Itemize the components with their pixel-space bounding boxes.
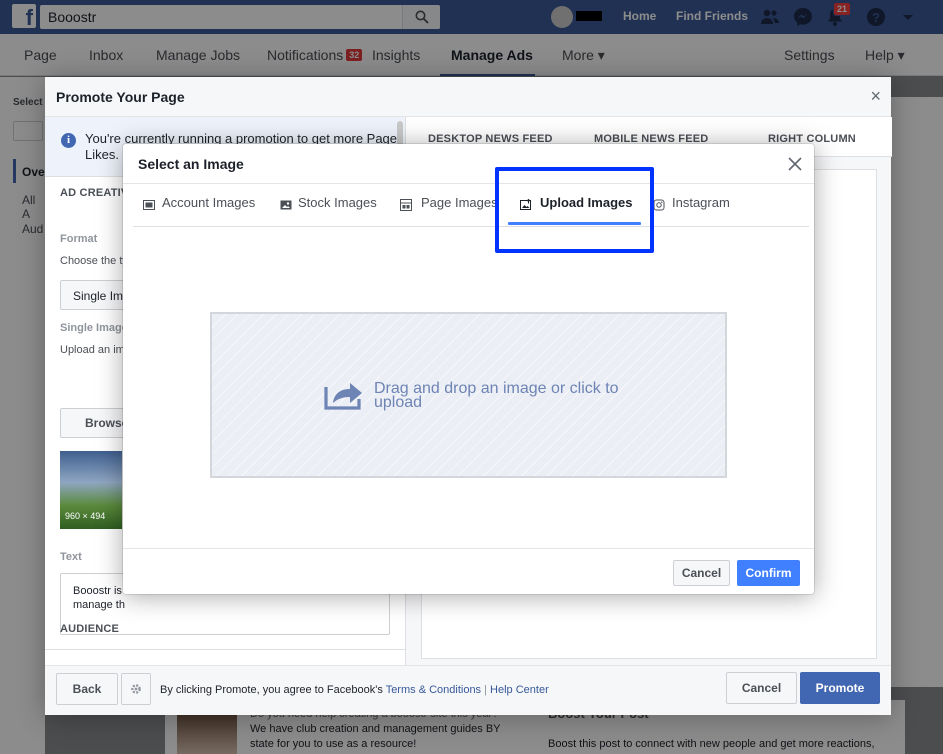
gear-icon (131, 684, 141, 694)
image-drop-zone[interactable]: Drag and drop an image or click to uploa… (210, 312, 727, 478)
help-center-link[interactable]: Help Center (490, 684, 549, 696)
account-images-icon (143, 200, 155, 210)
promote-dialog-header: Promote Your Page × (45, 77, 891, 117)
ad-text-line-1: Booostr is (73, 585, 122, 597)
active-tab-underline (508, 222, 641, 225)
modal-cancel-button[interactable]: Cancel (673, 560, 730, 586)
agreement-prefix: By clicking Promote, you agree to Facebo… (160, 684, 386, 696)
promote-button[interactable]: Promote (800, 672, 880, 704)
share-upload-icon (324, 383, 362, 410)
upload-images-icon (520, 199, 531, 210)
select-image-title: Select an Image (138, 156, 244, 172)
promote-dialog-title: Promote Your Page (56, 89, 185, 105)
ad-text-line-2: manage th (73, 599, 125, 611)
back-button[interactable]: Back (56, 673, 118, 705)
page-images-icon (400, 199, 412, 211)
tab-stock-images[interactable]: Stock Images (270, 184, 380, 227)
tab-account-images-label: Account Images (162, 195, 256, 210)
select-image-modal: Select an Image Account Images Stock Ima… (123, 144, 814, 594)
settings-gear-button[interactable] (121, 673, 151, 705)
promote-cancel-button[interactable]: Cancel (726, 672, 797, 704)
tab-upload-images[interactable]: Upload Images (508, 184, 641, 227)
single-image-label: Single Image (60, 322, 128, 334)
stock-images-icon (280, 200, 292, 210)
promote-close-icon[interactable]: × (870, 87, 881, 105)
selected-image-thumbnail[interactable]: 960 × 494 (60, 451, 122, 529)
thumbnail-size-label: 960 × 494 (65, 511, 106, 521)
tab-page-images-label: Page Images (421, 195, 498, 210)
image-source-tabs: Account Images Stock Images Page Images … (133, 184, 809, 227)
promote-dialog-footer: Back By clicking Promote, you agree to F… (45, 665, 891, 715)
terms-conditions-link[interactable]: Terms & Conditions (386, 684, 481, 696)
select-image-footer: Cancel Confirm (123, 548, 814, 594)
tab-instagram-label: Instagram (672, 195, 730, 210)
promote-agreement-text: By clicking Promote, you agree to Facebo… (160, 684, 549, 696)
tab-upload-images-label: Upload Images (540, 195, 633, 210)
tab-stock-images-label: Stock Images (298, 195, 377, 210)
tab-page-images[interactable]: Page Images (390, 184, 500, 227)
modal-confirm-button[interactable]: Confirm (737, 560, 800, 586)
footer-separator: | (481, 684, 491, 696)
tab-instagram[interactable]: Instagram (653, 184, 753, 227)
close-icon[interactable] (785, 154, 805, 174)
drop-zone-text: Drag and drop an image or click to uploa… (374, 380, 619, 411)
tab-account-images[interactable]: Account Images (133, 184, 259, 227)
upload-help-text: Upload an im (60, 344, 125, 356)
instagram-icon (653, 199, 665, 211)
format-help-text: Choose the ty (60, 255, 128, 267)
format-label: Format (60, 233, 98, 245)
select-image-header: Select an Image (123, 144, 814, 184)
info-icon: i (61, 133, 76, 148)
text-label: Text (60, 551, 82, 563)
format-select-value: Single Ima (73, 289, 130, 303)
audience-heading[interactable]: AUDIENCE (60, 623, 119, 635)
section-divider (45, 649, 405, 650)
